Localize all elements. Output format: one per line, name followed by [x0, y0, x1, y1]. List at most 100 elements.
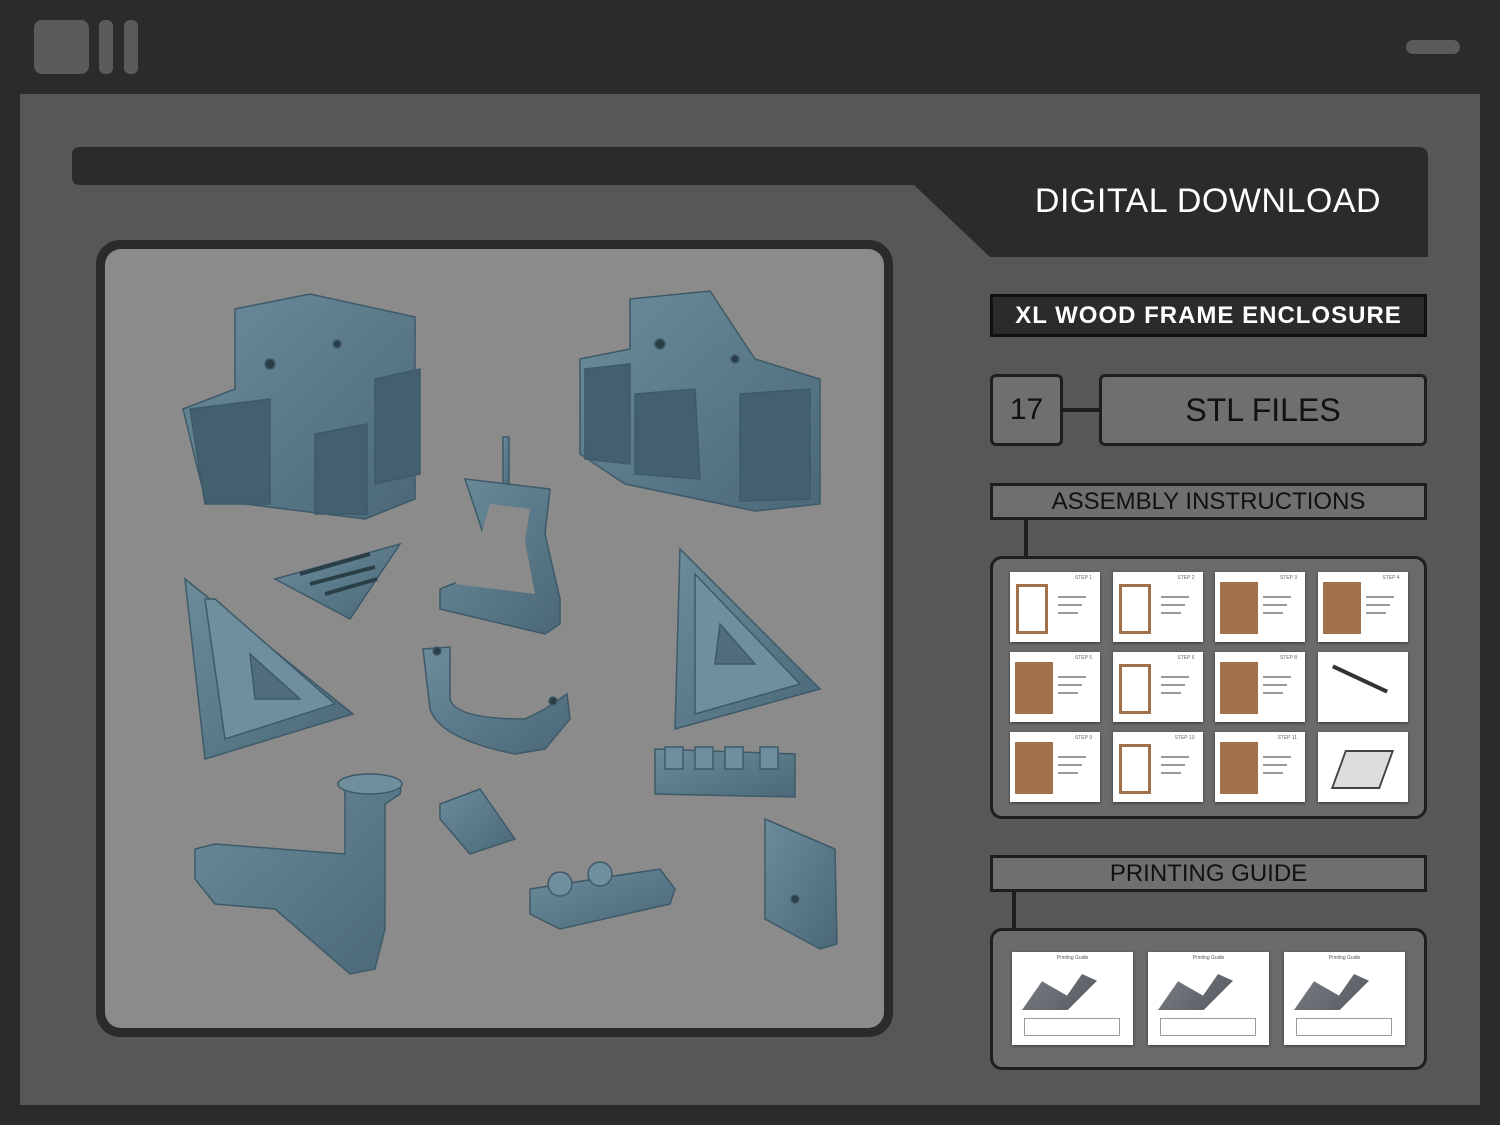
- print-settings-table: [1160, 1018, 1256, 1036]
- wedge-part: [439, 788, 517, 855]
- printing-guide-page-thumbnail[interactable]: Printing Guide: [1284, 952, 1405, 1045]
- text-line: [1160, 772, 1181, 774]
- text-line: [1058, 772, 1078, 774]
- product-name-label: XL WOOD FRAME ENCLOSURE: [990, 294, 1427, 337]
- assembly-page-title: STEP 10: [1174, 735, 1195, 741]
- pause-bar-icon: [99, 20, 113, 74]
- stl-files-label: STL FILES: [1099, 374, 1427, 446]
- assembly-page-title: STEP 2: [1177, 575, 1195, 581]
- assembly-page-thumbnail[interactable]: STEP 8: [1215, 652, 1305, 722]
- comb-clip-part: [654, 746, 796, 798]
- printing-guide-page-thumbnail[interactable]: Printing Guide: [1148, 952, 1269, 1045]
- spool-arm-part: [439, 436, 561, 635]
- text-line: [1058, 684, 1082, 686]
- assembly-page-thumbnail[interactable]: STEP 2: [1112, 572, 1203, 642]
- text-line: [1365, 612, 1386, 614]
- assembly-page-title: STEP 8: [1279, 655, 1297, 661]
- text-line: [1160, 756, 1189, 758]
- text-line: [1058, 756, 1086, 758]
- page-title: DIGITAL DOWNLOAD: [1034, 182, 1382, 220]
- assembly-illustration: [1220, 662, 1258, 714]
- stl-count-badge: 17: [990, 374, 1063, 446]
- text-line: [1160, 596, 1189, 598]
- text-line: [1365, 596, 1394, 598]
- assembly-illustration: [1016, 584, 1048, 634]
- assembly-page-thumbnail[interactable]: STEP 6: [1112, 652, 1203, 722]
- printed-parts-illustration: [1158, 974, 1258, 1010]
- assembly-page-title: STEP 5: [1074, 655, 1092, 661]
- assembly-page-title: STEP 11: [1277, 735, 1297, 741]
- assembly-illustration: [1330, 750, 1394, 789]
- text-line: [1263, 772, 1283, 774]
- text-line: [1263, 596, 1291, 598]
- assembly-illustration: [1220, 742, 1258, 794]
- assembly-page-title: STEP 1: [1074, 575, 1092, 581]
- text-line: [1058, 604, 1082, 606]
- assembly-illustration: [1331, 664, 1388, 694]
- text-line: [1263, 684, 1287, 686]
- text-line: [1160, 764, 1185, 766]
- plate-part: [764, 817, 838, 950]
- assembly-page-thumbnail[interactable]: STEP 1: [1010, 572, 1100, 642]
- assembly-illustration: [1015, 662, 1053, 714]
- text-line: [1263, 756, 1291, 758]
- spool-post-part: [194, 773, 403, 975]
- app-logo-icon: [34, 20, 89, 74]
- printing-guide-page-title: Printing Guide: [1192, 955, 1225, 961]
- assembly-page-title: STEP 4: [1382, 575, 1400, 581]
- text-line: [1058, 764, 1082, 766]
- connector-line: [1063, 408, 1100, 412]
- text-line: [1058, 692, 1078, 694]
- text-line: [1160, 676, 1189, 678]
- text-line: [1263, 612, 1283, 614]
- assembly-page-thumbnail[interactable]: [1317, 652, 1408, 722]
- assembly-page-thumbnail[interactable]: STEP 10: [1112, 732, 1203, 802]
- printing-guide-page-title: Printing Guide: [1328, 955, 1361, 961]
- text-line: [1058, 612, 1078, 614]
- printed-parts-illustration: [1022, 974, 1122, 1010]
- text-line: [1058, 676, 1086, 678]
- assembly-page-title: STEP 3: [1279, 575, 1297, 581]
- text-line: [1263, 604, 1287, 606]
- assembly-illustration: [1118, 584, 1151, 634]
- assembly-page-thumbnail[interactable]: STEP 5: [1010, 652, 1100, 722]
- assembly-page-thumbnail[interactable]: [1317, 732, 1408, 802]
- text-line: [1263, 764, 1287, 766]
- printed-parts-illustration: [1294, 974, 1394, 1010]
- printing-guide-page-title: Printing Guide: [1056, 955, 1089, 961]
- text-line: [1058, 596, 1086, 598]
- printing-guide-label: PRINTING GUIDE: [990, 855, 1427, 892]
- printing-guide-page-thumbnail[interactable]: Printing Guide: [1012, 952, 1133, 1045]
- text-line: [1160, 692, 1181, 694]
- assembly-page-title: STEP 6: [1177, 655, 1195, 661]
- connector-line: [1012, 890, 1016, 930]
- corner-connector-left: [182, 293, 421, 520]
- triangle-bracket-right: [674, 547, 822, 730]
- assembly-instructions-label: ASSEMBLY INSTRUCTIONS: [990, 483, 1427, 520]
- product-render: [105, 249, 884, 1028]
- menu-pill-icon[interactable]: [1406, 40, 1460, 54]
- text-line: [1160, 684, 1185, 686]
- text-line: [1160, 612, 1181, 614]
- text-line: [1263, 692, 1283, 694]
- corner-connector-right: [579, 290, 821, 512]
- assembly-page-thumbnail[interactable]: STEP 11: [1215, 732, 1305, 802]
- print-settings-table: [1024, 1018, 1120, 1036]
- assembly-page-thumbnail[interactable]: STEP 4: [1317, 572, 1408, 642]
- text-line: [1160, 604, 1185, 606]
- assembly-illustration: [1220, 582, 1258, 634]
- assembly-page-thumbnail[interactable]: STEP 9: [1010, 732, 1100, 802]
- assembly-illustration: [1015, 742, 1053, 794]
- pause-bar-icon: [124, 20, 138, 74]
- text-line: [1365, 604, 1390, 606]
- hinge-part: [529, 861, 676, 930]
- connector-line: [1024, 518, 1028, 558]
- assembly-illustration: [1118, 664, 1151, 714]
- assembly-page-thumbnail[interactable]: STEP 3: [1215, 572, 1305, 642]
- assembly-illustration: [1118, 744, 1151, 794]
- vent-part: [272, 542, 402, 620]
- hook-part: [422, 646, 571, 755]
- assembly-illustration: [1322, 582, 1361, 634]
- assembly-page-title: STEP 9: [1074, 735, 1092, 741]
- text-line: [1263, 676, 1291, 678]
